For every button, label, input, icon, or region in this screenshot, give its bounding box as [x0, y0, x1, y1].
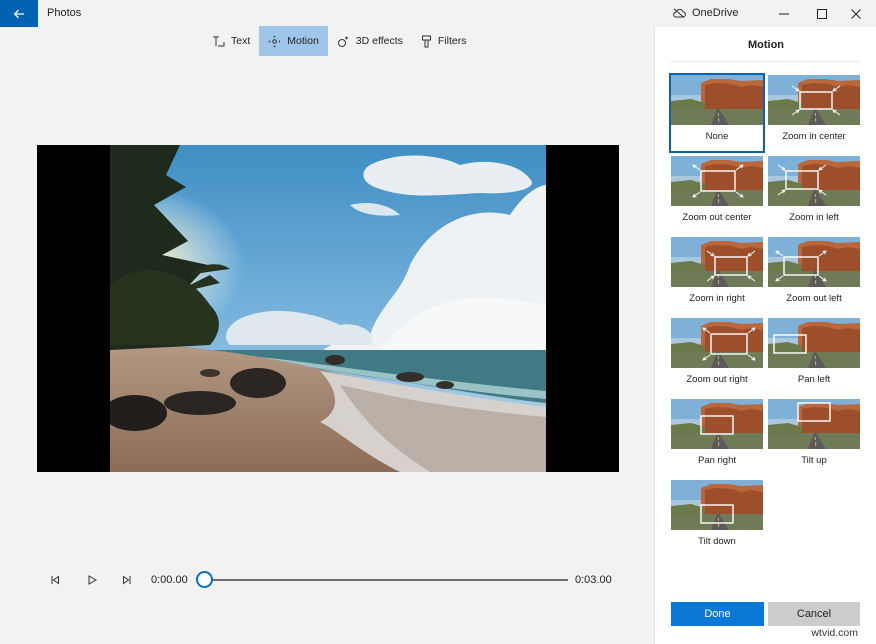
minimize-button[interactable] [767, 0, 801, 27]
motion-option-zoom-in-center[interactable]: Zoom in center [768, 75, 860, 151]
motion-option-zoom-in-right[interactable]: Zoom in right [671, 237, 763, 313]
motion-option-zoom-out-left[interactable]: Zoom out left [768, 237, 860, 313]
onedrive-label: OneDrive [692, 7, 738, 19]
seek-track[interactable] [204, 579, 568, 581]
onedrive-status[interactable]: OneDrive [672, 7, 738, 19]
motion-thumbnail [671, 75, 763, 125]
3d-effects-icon [337, 35, 350, 48]
motion-thumbnail [768, 75, 860, 125]
motion-icon [268, 35, 281, 48]
app-title: Photos [47, 7, 81, 19]
cloud-off-icon [672, 8, 686, 18]
motion-option-none[interactable]: None [671, 75, 763, 151]
motion-thumbnail [671, 156, 763, 206]
previous-frame-button[interactable] [47, 572, 63, 588]
motion-option-pan-right[interactable]: Pan right [671, 399, 763, 475]
motion-option-label: Zoom out right [665, 374, 769, 385]
text-icon [212, 36, 225, 47]
tab-motion-label: Motion [287, 35, 319, 47]
maximize-icon [817, 9, 827, 19]
motion-thumbnail [768, 318, 860, 368]
watermark: wtvid.com [811, 627, 858, 639]
motion-option-zoom-out-center[interactable]: Zoom out center [671, 156, 763, 232]
motion-option-label: Tilt up [762, 455, 866, 466]
tab-filters-label: Filters [438, 35, 467, 47]
motion-thumbnail [768, 237, 860, 287]
motion-panel: Motion None Zoom in center Zo [654, 27, 876, 644]
motion-option-zoom-out-right[interactable]: Zoom out right [671, 318, 763, 394]
motion-thumbnail [671, 318, 763, 368]
back-button[interactable] [0, 0, 38, 27]
motion-option-label: Zoom in center [762, 131, 866, 142]
play-icon [87, 575, 97, 585]
motion-option-label: Pan right [665, 455, 769, 466]
filters-icon [421, 35, 432, 48]
motion-option-tilt-up[interactable]: Tilt up [768, 399, 860, 475]
tab-3d-effects[interactable]: 3D effects [328, 26, 412, 56]
motion-option-label: None [665, 131, 769, 142]
motion-option-label: Zoom in left [762, 212, 866, 223]
motion-thumbnail [671, 237, 763, 287]
tab-motion[interactable]: Motion [259, 26, 328, 56]
title-bar: Photos OneDrive [0, 0, 876, 27]
tab-text-label: Text [231, 35, 250, 47]
motion-option-pan-left[interactable]: Pan left [768, 318, 860, 394]
editor-toolbar: Text Motion 3D effects Filters [203, 26, 475, 56]
motion-thumbnail [671, 480, 763, 530]
back-arrow-icon [13, 9, 25, 19]
next-frame-icon [122, 575, 132, 585]
motion-option-tilt-down[interactable]: Tilt down [671, 480, 763, 556]
motion-option-label: Pan left [762, 374, 866, 385]
panel-title: Motion [655, 39, 876, 51]
motion-option-label: Zoom out center [665, 212, 769, 223]
maximize-button[interactable] [805, 0, 839, 27]
cancel-button[interactable]: Cancel [768, 602, 860, 626]
motion-thumbnail [768, 156, 860, 206]
current-time: 0:00.00 [151, 574, 188, 586]
panel-divider [670, 61, 860, 62]
tab-text[interactable]: Text [203, 26, 259, 56]
total-time: 0:03.00 [575, 574, 612, 586]
motion-option-label: Zoom out left [762, 293, 866, 304]
previous-frame-icon [50, 575, 60, 585]
tab-3d-effects-label: 3D effects [356, 35, 403, 47]
tab-filters[interactable]: Filters [412, 26, 476, 56]
video-preview[interactable] [37, 145, 619, 472]
done-button[interactable]: Done [671, 602, 764, 626]
close-button[interactable] [839, 0, 873, 27]
minimize-icon [779, 9, 789, 19]
motion-thumbnail [768, 399, 860, 449]
motion-option-label: Zoom in right [665, 293, 769, 304]
close-icon [851, 9, 861, 19]
motion-option-zoom-in-left[interactable]: Zoom in left [768, 156, 860, 232]
motion-option-label: Tilt down [665, 536, 769, 547]
next-frame-button[interactable] [119, 572, 135, 588]
motion-thumbnail [671, 399, 763, 449]
seek-thumb[interactable] [196, 571, 213, 588]
beach-photo [110, 145, 546, 472]
play-button[interactable] [84, 572, 100, 588]
